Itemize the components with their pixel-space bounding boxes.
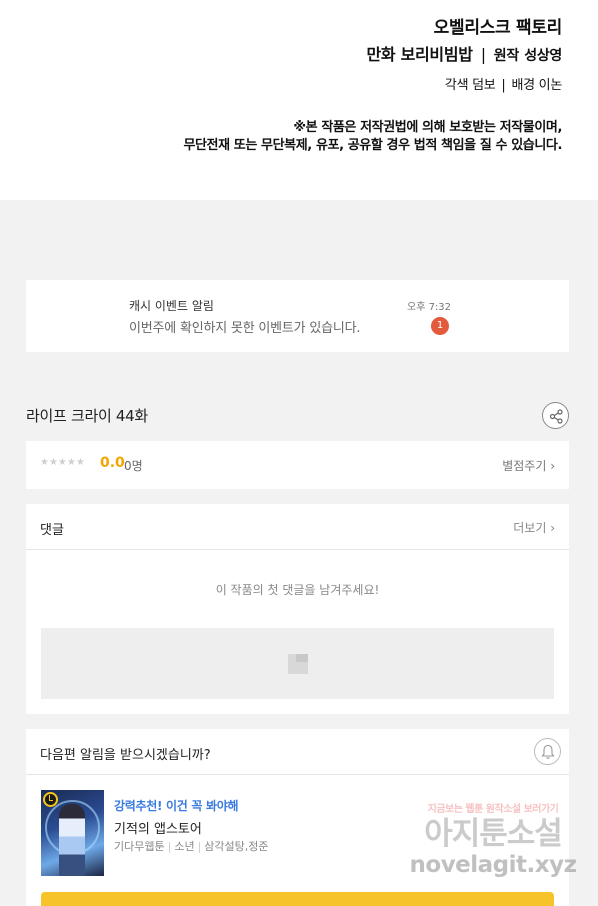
copyright-notice-1: ※본 작품은 저작권법에 의해 보호받는 저작물이며, bbox=[293, 120, 562, 135]
comments-section: 댓글 더보기 › 이 작품의 첫 댓글을 남겨주세요! bbox=[26, 504, 569, 714]
comment-placeholder-icon bbox=[288, 654, 308, 674]
title-credit: 만화 보리비빔밥 bbox=[366, 45, 473, 64]
share-icon bbox=[549, 409, 563, 424]
comments-more-link[interactable]: 더보기 › bbox=[513, 519, 555, 536]
next-episode-prompt: 다음편 알림을 받으시겠습니까? bbox=[40, 748, 211, 763]
recommendation-thumbnail[interactable] bbox=[41, 790, 104, 876]
author-credits: 만화 보리비빔밥 | 원작 성상영 bbox=[366, 41, 562, 65]
separator: | bbox=[480, 45, 486, 64]
separator: | bbox=[501, 78, 506, 93]
notification-time: 오후 7:32 bbox=[407, 302, 452, 313]
rating-voters: 0명 bbox=[124, 459, 143, 473]
share-button[interactable] bbox=[542, 402, 569, 429]
rating-score: 0.0 bbox=[100, 455, 125, 471]
notification-title: 캐시 이벤트 알림 bbox=[129, 299, 214, 313]
recommendation-tag: 강력추천! 이건 꼭 봐야해 bbox=[114, 799, 239, 813]
rating-bar: ★★★★★ 0.0 0명 별점주기 › bbox=[26, 441, 569, 489]
meta-genre: 소년 bbox=[174, 840, 195, 853]
original-role: 원작 bbox=[493, 48, 519, 64]
thumbnail-figure bbox=[59, 804, 85, 876]
clock-icon bbox=[43, 792, 58, 807]
studio-name: 오벨리스크 팩토리 bbox=[433, 18, 563, 38]
staff-credits: 각색 덤보 | 배경 이논 bbox=[445, 74, 562, 93]
background-role: 배경 bbox=[511, 78, 536, 93]
recommendation-meta: 기다무웹툰 | 소년 | 삼각설탕,정준 bbox=[114, 840, 269, 853]
event-notification[interactable]: 캐시 이벤트 알림 이번주에 확인하지 못한 이벤트가 있습니다. 오후 7:3… bbox=[26, 280, 569, 352]
copyright-notice-2: 무단전재 또는 무단복제, 유포, 공유할 경우 법적 책임을 질 수 있습니다… bbox=[183, 138, 562, 153]
coloring-author: 덤보 bbox=[472, 78, 496, 93]
coloring-role: 각색 bbox=[444, 78, 469, 93]
subscribe-bell-button[interactable] bbox=[534, 738, 561, 765]
rating-stars: ★★★★★ bbox=[40, 457, 85, 468]
episode-title: 라이프 크라이 44화 bbox=[26, 407, 148, 425]
comments-empty-message: 이 작품의 첫 댓글을 남겨주세요! bbox=[215, 583, 380, 597]
meta-authors: 삼각설탕,정준 bbox=[204, 840, 269, 853]
notification-badge: 1 bbox=[431, 317, 449, 335]
next-episode-header: 다음편 알림을 받으시겠습니까? bbox=[26, 729, 569, 775]
rate-button[interactable]: 별점주기 › bbox=[502, 457, 555, 474]
comment-input-box[interactable] bbox=[41, 628, 554, 699]
bell-icon bbox=[541, 744, 555, 759]
credits-section: 오벨리스크 팩토리 만화 보리비빔밥 | 원작 성상영 각색 덤보 | 배경 이논 ※본… bbox=[0, 0, 598, 200]
background-author: 이논 bbox=[538, 78, 563, 93]
next-episode-section: 다음편 알림을 받으시겠습니까? 강력추천! 이건 꼭 봐야해 기적의 앱스토어… bbox=[26, 729, 569, 906]
notification-message: 이번주에 확인하지 못한 이벤트가 있습니다. bbox=[129, 321, 361, 336]
original-author: 성상영 bbox=[524, 48, 562, 64]
meta-category: 기다무웹툰 bbox=[114, 840, 165, 853]
next-episode-cta-button[interactable] bbox=[41, 892, 554, 906]
recommendation-title[interactable]: 기적의 앱스토어 bbox=[114, 818, 202, 837]
comments-header: 댓글 더보기 › bbox=[26, 504, 569, 550]
comments-title: 댓글 bbox=[40, 523, 64, 538]
